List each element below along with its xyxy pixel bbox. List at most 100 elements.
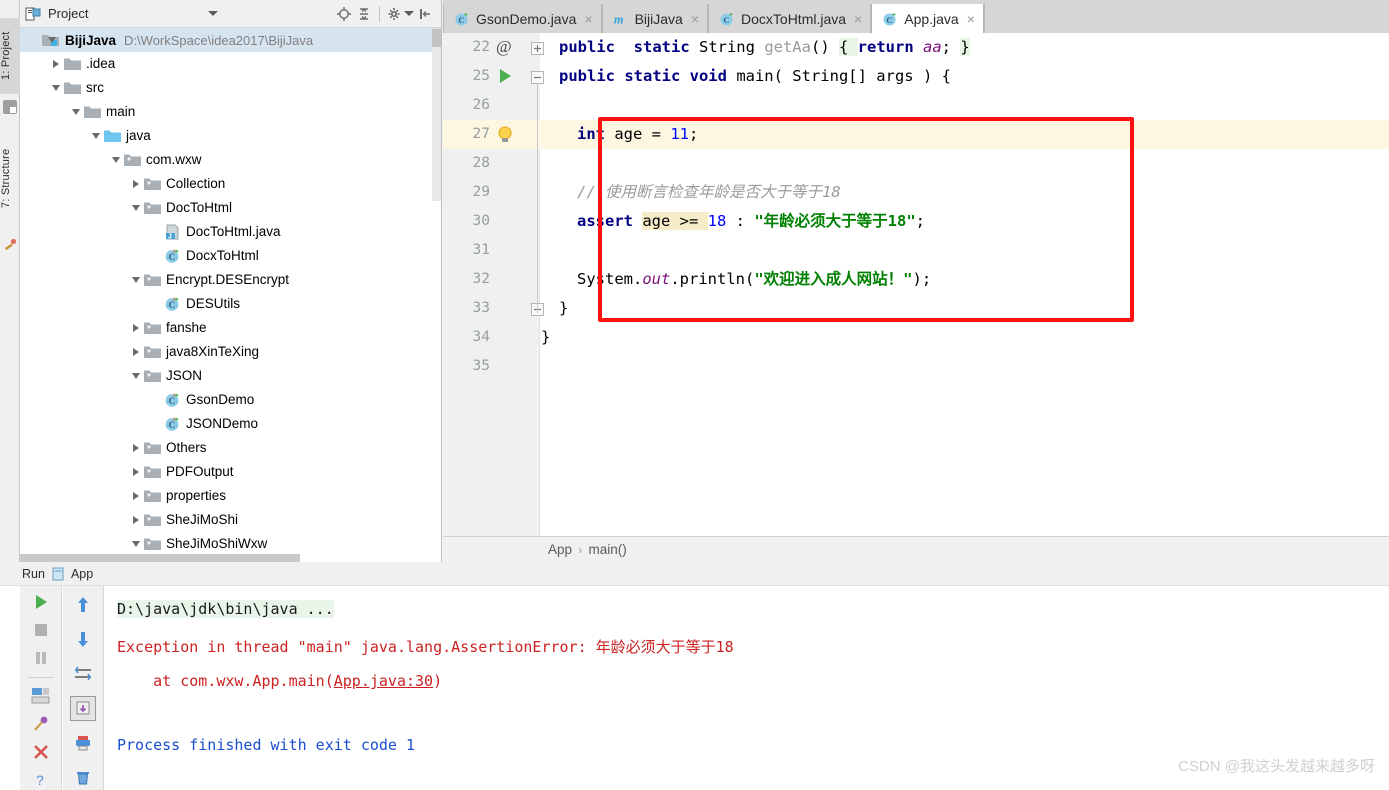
gutter-line-row[interactable]: 34 <box>443 323 540 352</box>
gutter-line-row[interactable]: 35 <box>443 352 540 381</box>
gutter-line-row[interactable]: 27 <box>443 120 540 149</box>
tree-item[interactable]: properties <box>20 484 226 508</box>
editor-tab-docxtohtml-java[interactable]: C DocxToHtml.java × <box>708 4 872 33</box>
chevron-down-icon[interactable] <box>208 11 219 16</box>
close-icon[interactable] <box>28 743 54 762</box>
breadcrumb-method[interactable]: main() <box>589 542 627 557</box>
editor-gutter[interactable]: 22 25 26 27 28 29 30 31 32 33 34 35 @ <box>443 33 544 536</box>
scroll-to-end-icon[interactable] <box>70 695 96 722</box>
run-gutter-icon[interactable] <box>495 66 517 88</box>
chevron-right-icon[interactable] <box>128 176 144 192</box>
help-icon[interactable]: ? <box>28 771 54 790</box>
tree-item[interactable]: PDFOutput <box>20 460 234 484</box>
close-tab-icon[interactable]: × <box>854 11 862 27</box>
tree-item[interactable]: fanshe <box>20 316 207 340</box>
project-horizontal-scrollbar[interactable] <box>20 554 300 562</box>
chevron-right-icon[interactable] <box>128 344 144 360</box>
gutter-line-row[interactable]: 33 <box>443 294 540 323</box>
chevron-right-icon[interactable] <box>48 56 64 72</box>
tree-item[interactable]: C GsonDemo <box>20 388 254 412</box>
code-line[interactable]: public static void main( String[] args )… <box>541 62 1389 91</box>
run-config-name[interactable]: App <box>71 567 93 581</box>
gutter-line-row[interactable]: 31 <box>443 236 540 265</box>
gutter-line-row[interactable]: 25 <box>443 62 540 91</box>
chevron-down-icon[interactable] <box>68 104 84 120</box>
scroll-down-icon[interactable] <box>70 627 96 653</box>
editor-tab-gsondemo-java[interactable]: C GsonDemo.java × <box>443 4 602 33</box>
gear-chevron-down-icon[interactable] <box>404 11 414 16</box>
gutter-line-row[interactable]: 30 <box>443 207 540 236</box>
tree-item[interactable]: C DocxToHtml <box>20 244 259 268</box>
tree-item[interactable]: DocToHtml <box>20 196 232 220</box>
tree-item[interactable]: main <box>20 100 135 124</box>
settings-gear-icon[interactable] <box>386 5 404 23</box>
scroll-up-icon[interactable] <box>70 592 96 618</box>
vertical-tab-project[interactable]: 1: Project <box>0 18 20 94</box>
run-icon[interactable] <box>28 592 54 611</box>
close-tab-icon[interactable]: × <box>584 11 592 27</box>
chevron-right-icon[interactable] <box>128 320 144 336</box>
tree-item[interactable]: JSON <box>20 364 202 388</box>
breadcrumb-class[interactable]: App <box>548 542 572 557</box>
tree-item[interactable]: java8XinTeXing <box>20 340 259 364</box>
vertical-tab-structure[interactable]: 7: Structure <box>0 130 20 226</box>
locate-icon[interactable] <box>335 5 353 23</box>
console-stack-line[interactable]: at com.wxw.App.main(App.java:30) <box>117 672 442 690</box>
gutter-line-row[interactable]: 26 <box>443 91 540 120</box>
tree-item[interactable]: Encrypt.DESEncrypt <box>20 268 289 292</box>
project-scrollbar-track[interactable] <box>432 29 441 201</box>
chevron-right-icon[interactable] <box>128 464 144 480</box>
chevron-down-icon[interactable] <box>128 536 144 552</box>
close-tab-icon[interactable]: × <box>691 11 699 27</box>
code-line[interactable]: public static String getAa() { return aa… <box>541 33 1389 62</box>
pin-icon[interactable] <box>28 714 54 733</box>
run-toolbar-left[interactable]: ? <box>20 586 62 790</box>
code-line[interactable]: } <box>541 323 1389 352</box>
editor-tab-app-java[interactable]: C App.java × <box>871 4 984 33</box>
chevron-down-icon[interactable] <box>128 272 144 288</box>
tree-item[interactable]: J DocToHtml.java <box>20 220 281 244</box>
gutter-line-row[interactable]: 28 <box>443 149 540 178</box>
hide-panel-icon[interactable] <box>416 5 434 23</box>
chevron-right-icon[interactable] <box>128 440 144 456</box>
stop-icon[interactable] <box>28 620 54 639</box>
editor-tab-bijijava[interactable]: m BijiJava × <box>601 4 709 33</box>
tree-item[interactable]: SheJiMoShi <box>20 508 238 532</box>
close-tab-icon[interactable]: × <box>967 11 975 27</box>
code-editor[interactable]: 22 25 26 27 28 29 30 31 32 33 34 35 @ public static … <box>443 33 1389 536</box>
gutter-line-row[interactable]: 22 <box>443 33 540 62</box>
soft-wrap-icon[interactable] <box>70 661 96 687</box>
chevron-down-icon[interactable] <box>88 128 104 144</box>
editor-breadcrumb[interactable]: App › main() <box>443 536 1389 562</box>
run-toolbar-right[interactable] <box>63 586 104 790</box>
chevron-down-icon[interactable] <box>128 368 144 384</box>
tree-item[interactable]: Others <box>20 436 207 460</box>
pause-icon[interactable] <box>28 648 54 667</box>
chevron-down-icon[interactable] <box>108 152 124 168</box>
tree-item[interactable]: Collection <box>20 172 225 196</box>
tree-item[interactable]: SheJiMoShiWxw <box>20 532 267 556</box>
project-scrollbar-thumb[interactable] <box>432 29 441 47</box>
tree-item[interactable]: com.wxw <box>20 148 202 172</box>
stack-file-link[interactable]: App.java:30 <box>334 672 433 690</box>
tree-item[interactable]: .idea <box>20 52 115 76</box>
collapse-all-icon[interactable] <box>355 5 373 23</box>
chevron-down-icon[interactable] <box>48 80 64 96</box>
chevron-down-icon[interactable] <box>44 32 60 48</box>
intention-bulb-icon[interactable] <box>495 125 517 147</box>
tree-item[interactable]: C JSONDemo <box>20 412 258 436</box>
gutter-line-row[interactable]: 29 <box>443 178 540 207</box>
chevron-down-icon[interactable] <box>128 200 144 216</box>
annotation-at-icon[interactable]: @ <box>495 36 517 58</box>
tree-item[interactable]: C DESUtils <box>20 292 240 316</box>
trash-icon[interactable] <box>70 765 96 790</box>
gutter-line-row[interactable]: 32 <box>443 265 540 294</box>
print-icon[interactable] <box>70 730 96 756</box>
project-root-row[interactable]: BijiJava D:\WorkSpace\idea2017\BijiJava <box>20 28 441 52</box>
chevron-right-icon[interactable] <box>128 512 144 528</box>
editor-tab-strip[interactable]: C GsonDemo.java × m BijiJava × C DocxToHtml.jav… <box>443 4 1389 33</box>
chevron-right-icon[interactable] <box>128 488 144 504</box>
project-tree[interactable]: .idea src main java com.wxw Collection DocToHt… <box>20 52 441 562</box>
tree-item[interactable]: src <box>20 76 104 100</box>
tree-item[interactable]: java <box>20 124 151 148</box>
